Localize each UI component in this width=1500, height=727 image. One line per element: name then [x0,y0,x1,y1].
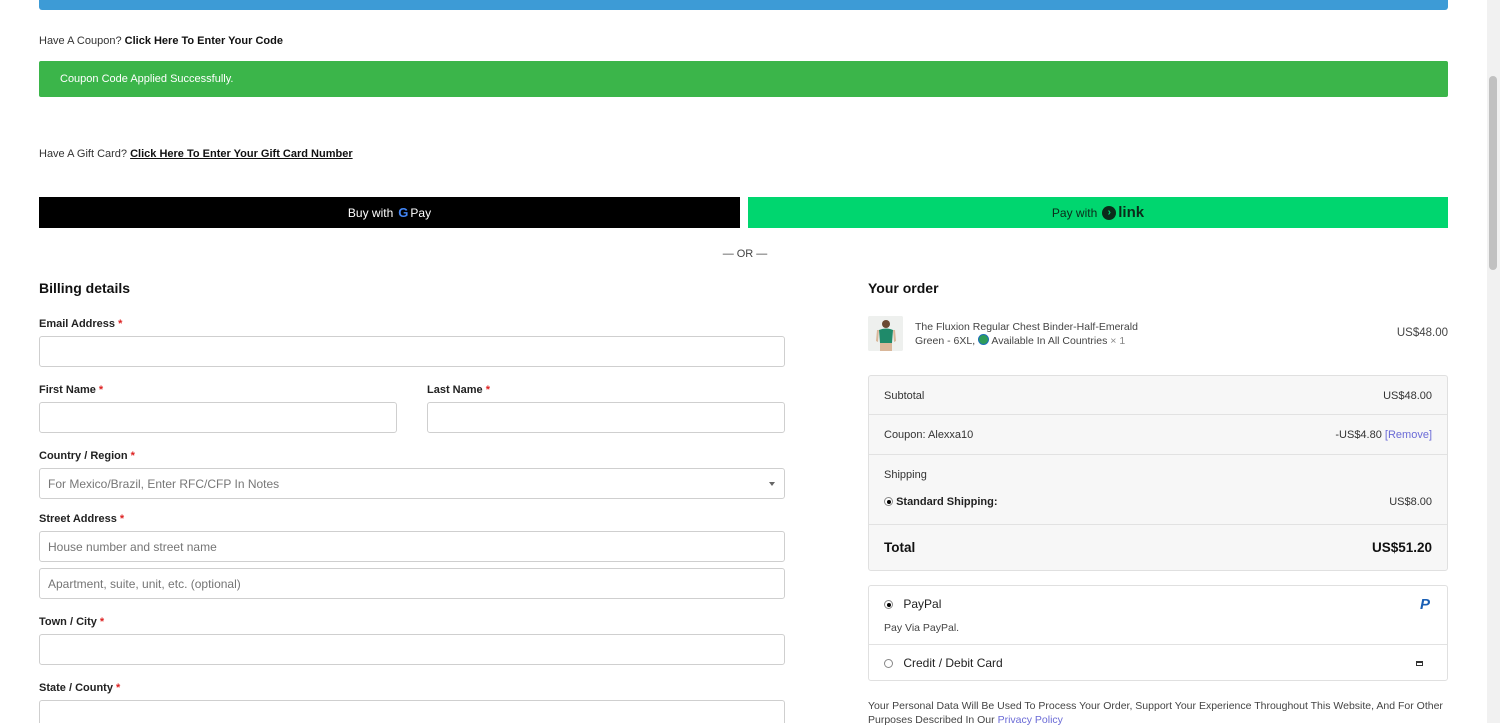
total-value: US$51.20 [1371,540,1432,555]
link-arrow-icon: › [1102,205,1117,220]
coupon-success-notice: Coupon Code Applied Successfully. [39,61,1448,97]
or-divider: — OR — [722,248,768,260]
total-label: Total [884,540,916,555]
product-variant: Green - 6XL, [915,335,976,347]
gift-card-prompt: Have A Gift Card? Click Here To Enter Yo… [39,148,353,160]
subtotal-row: Subtotal US$48.00 [869,376,1447,415]
paypal-option[interactable]: PayPal [884,597,941,611]
gpay-word: Pay [410,205,432,220]
paypal-icon: P [1419,596,1430,613]
coupon-prompt-text: Have A Coupon? [39,35,122,47]
city-field[interactable] [39,634,785,665]
card-label: Credit / Debit Card [903,656,1003,670]
apartment-field[interactable] [39,568,785,599]
product-name: The Fluxion Regular Chest Binder-Half-Em… [915,321,1138,333]
payment-methods: PayPal P Pay Via PayPal. Credit / Debit … [868,585,1448,681]
top-notice-bar [39,0,1448,10]
first-name-label: First Name * [39,384,104,396]
country-select[interactable]: For Mexico/Brazil, Enter RFC/CFP In Note… [39,468,785,499]
street-label: Street Address * [39,513,125,525]
city-label: Town / City * [39,616,105,628]
last-name-label: Last Name * [427,384,490,396]
coupon-success-text: Coupon Code Applied Successfully. [60,73,234,85]
shipping-value: US$8.00 [1389,496,1432,508]
subtotal-label: Subtotal [884,390,925,402]
shipping-label: Shipping [884,469,927,481]
coupon-discount-value: -US$4.80 [1335,429,1382,441]
standard-shipping-option[interactable]: Standard Shipping: [884,496,998,508]
link-prefix: Pay with [1051,205,1098,220]
paypal-label: PayPal [903,597,942,611]
pay-with-link-button[interactable]: Pay with › link [748,197,1448,228]
order-title: Your order [868,280,939,296]
card-option[interactable]: Credit / Debit Card [884,656,1003,670]
link-word: link [1118,204,1145,221]
billing-title: Billing details [39,280,131,296]
email-label: Email Address * [39,318,123,330]
standard-shipping-radio[interactable] [884,497,893,506]
product-thumbnail [868,316,903,351]
first-name-field[interactable] [39,402,397,433]
privacy-text: Your Personal Data Will Be Used To Proce… [868,700,1443,726]
product-availability: Available In All Countries [991,335,1108,347]
last-name-field[interactable] [427,402,785,433]
scrollbar-thumb[interactable] [1489,76,1497,270]
state-field[interactable] [39,700,785,723]
coupon-link[interactable]: Click Here To Enter Your Code [125,35,283,47]
gift-card-link[interactable]: Click Here To Enter Your Gift Card Numbe… [130,148,353,160]
coupon-label: Coupon: Alexxa10 [884,429,974,441]
gpay-prefix: Buy with [347,205,394,220]
paypal-radio[interactable] [884,600,893,609]
order-totals: Subtotal US$48.00 Coupon: Alexxa10 -US$4… [868,375,1448,571]
credit-card-icon [1416,661,1423,666]
subtotal-value: US$48.00 [1383,390,1432,402]
email-field[interactable] [39,336,785,367]
globe-icon [978,334,990,345]
payment-divider [869,644,1447,645]
product-quantity: × 1 [1110,335,1126,347]
paypal-description: Pay Via PayPal. [884,622,960,634]
coupon-prompt: Have A Coupon? Click Here To Enter Your … [39,35,283,47]
remove-coupon-link[interactable]: [Remove] [1385,429,1432,441]
shipping-row: Shipping Standard Shipping: US$8.00 [869,455,1447,525]
dropdown-caret-icon [769,482,775,486]
coupon-row: Coupon: Alexxa10 -US$4.80 [Remove] [869,415,1447,455]
shipping-method-label: Standard Shipping: [896,496,998,508]
card-radio[interactable] [884,659,893,668]
product-price: US$48.00 [1396,327,1448,339]
product-description: The Fluxion Regular Chest Binder-Half-Em… [915,320,1165,348]
street-address-field[interactable] [39,531,785,562]
country-select-value: For Mexico/Brazil, Enter RFC/CFP In Note… [48,476,280,491]
state-label: State / County * [39,682,121,694]
google-pay-button[interactable]: Buy with G Pay [39,197,740,228]
google-g-icon: G [398,205,409,220]
gift-card-prompt-text: Have A Gift Card? [39,148,128,160]
privacy-policy-link[interactable]: Privacy Policy [998,714,1063,726]
country-label: Country / Region * [39,450,135,462]
total-row: Total US$51.20 [869,525,1447,570]
